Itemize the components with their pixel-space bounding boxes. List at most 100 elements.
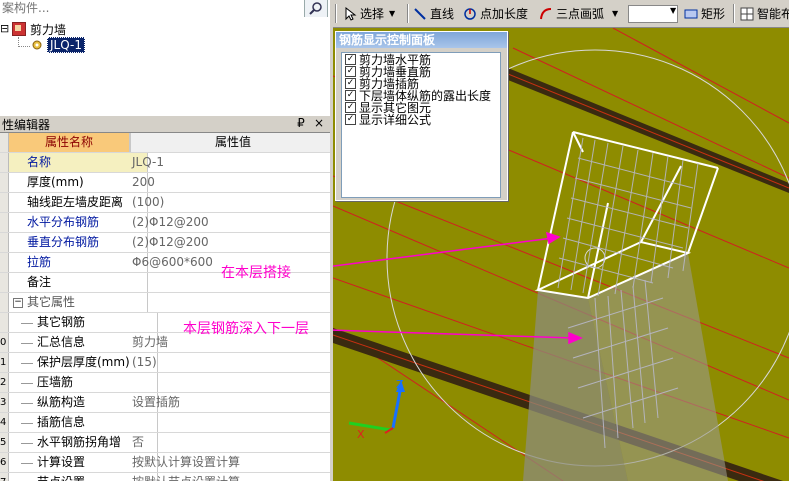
property-name: 名称 <box>9 153 148 172</box>
property-editor-title: 性编辑器 <box>2 117 51 132</box>
close-button[interactable]: × <box>312 116 326 131</box>
checkbox[interactable]: ✓ <box>345 101 356 113</box>
point-length-button[interactable]: 点加长度 <box>463 4 528 23</box>
rebar-display-panel: 钢筋显示控制面板 ✓ 剪力墙水平筋 ✓ 剪力墙垂直筋 ✓ 剪力墙插筋 ✓ 下层墙体纵筋的露出长… <box>335 31 508 201</box>
rebar-option-label: 显示详细公式 <box>359 112 432 127</box>
toolbar-separator <box>335 4 337 23</box>
property-row[interactable]: 1 保护层厚度(mm) (15) <box>0 353 330 373</box>
property-row[interactable]: 3 纵筋构造 设置插筋 <box>0 393 330 413</box>
property-value[interactable]: (100) <box>130 193 330 212</box>
left-pane: ⊟ 剪力墙 JLQ-1 性编辑器 ₽ × 属性名称 属性值 名称JLQ-1厚度(… <box>0 0 330 481</box>
property-row[interactable]: 7节点设置按默认节点设置计算 <box>0 473 330 481</box>
property-value[interactable]: 200 <box>130 173 330 192</box>
z-axis-label: Z <box>396 378 404 391</box>
rebar-option-list: ✓ 剪力墙水平筋 ✓ 剪力墙垂直筋 ✓ 剪力墙插筋 ✓ 下层墙体纵筋的露出长度 ✓ 显示其它图元 ✓… <box>341 52 501 198</box>
pin-button[interactable]: ₽ <box>294 116 308 131</box>
collapse-toggle[interactable]: ⊟ <box>0 23 9 34</box>
axis-gizmo: Z X <box>348 378 405 441</box>
property-value[interactable]: 设置插筋 <box>130 393 330 412</box>
tree-child-label: JLQ-1 <box>47 37 85 53</box>
property-row[interactable]: 轴线距左墙皮距离 (100) <box>0 193 330 213</box>
property-value[interactable]: 按默认节点设置计算 <box>130 473 330 481</box>
row-number: 4 <box>0 413 9 432</box>
row-number: 1 <box>0 353 9 372</box>
row-number: 3 <box>0 393 9 412</box>
property-name: 其它属性 <box>9 293 148 312</box>
checkbox[interactable]: ✓ <box>345 89 356 101</box>
property-value[interactable]: 否 <box>130 433 330 452</box>
property-value[interactable]: 按默认计算设置计算 <box>130 453 330 472</box>
property-value[interactable]: (2)Φ12@200 <box>130 233 330 252</box>
checkbox[interactable]: ✓ <box>345 77 356 89</box>
smart-layout-icon <box>740 7 754 20</box>
property-row[interactable]: 垂直分布钢筋 (2)Φ12@200 <box>0 233 330 253</box>
property-row[interactable]: 2 压墙筋 <box>0 373 330 393</box>
property-row[interactable]: − 其它属性 <box>0 293 330 313</box>
property-row[interactable]: 厚度(mm) 200 <box>0 173 330 193</box>
property-row[interactable]: 6 计算设置 按默认计算设置计算 <box>0 453 330 473</box>
smart-layout-button[interactable]: 智能布 <box>740 4 789 23</box>
row-number <box>0 313 9 332</box>
point-length-icon <box>464 7 476 20</box>
property-value[interactable] <box>130 373 330 392</box>
line-button[interactable]: 直线 <box>413 4 454 23</box>
property-grid: 属性名称 属性值 名称 JLQ-1 厚度(mm) 200 轴线距左墙皮距离 (100) 水平… <box>0 133 330 481</box>
row-number: 2 <box>0 373 9 392</box>
tree-connector <box>18 46 30 48</box>
checkbox[interactable]: ✓ <box>345 53 356 65</box>
rebar-panel-title[interactable]: 钢筋显示控制面板 <box>336 32 507 48</box>
select-label: 选择 <box>360 7 385 21</box>
select-button[interactable]: 选择 ▼ <box>343 4 395 23</box>
chevron-down-icon[interactable]: ▼ <box>389 9 395 18</box>
property-row[interactable]: 4 插筋信息 <box>0 413 330 433</box>
x-axis-label: X <box>357 428 365 441</box>
grid-body: 名称 JLQ-1 厚度(mm) 200 轴线距左墙皮距离 (100) 水平分布钢筋 (2)Φ1… <box>0 153 330 481</box>
checkbox[interactable]: ✓ <box>345 113 356 125</box>
column-header-value: 属性值 <box>130 133 330 152</box>
property-row[interactable]: 名称 JLQ-1 <box>0 153 330 173</box>
property-value[interactable]: (2)Φ12@200 <box>130 213 330 232</box>
tree-child[interactable]: JLQ-1 <box>31 37 85 53</box>
smart-layout-label: 智能布 <box>757 7 789 21</box>
arc-icon <box>540 7 552 19</box>
chevron-down-icon[interactable]: ▼ <box>612 9 618 18</box>
toolbar-separator <box>733 4 735 23</box>
rebar-option[interactable]: ✓ 显示详细公式 <box>345 112 500 127</box>
rectangle-label: 矩形 <box>701 7 726 21</box>
row-number-header <box>0 133 9 152</box>
grid-header: 属性名称 属性值 <box>0 133 330 153</box>
checkbox[interactable]: ✓ <box>345 65 356 77</box>
tree-root[interactable]: ⊟ 剪力墙 <box>0 21 66 37</box>
row-number <box>0 293 9 312</box>
callout-overlap: 在本层搭接 <box>221 265 291 281</box>
property-name: 拉筋 <box>9 253 148 272</box>
chevron-down-icon[interactable]: ▼ <box>670 6 680 15</box>
search-button[interactable] <box>304 0 328 18</box>
property-name: 备注 <box>9 273 148 292</box>
cursor-arrow-icon <box>345 6 357 21</box>
search-bar <box>0 0 330 18</box>
draw-toolbar: 选择 ▼ 直线 点加长度 三点画弧 ▼ ▼ 矩形 智能布 <box>333 0 789 28</box>
rectangle-button[interactable]: 矩形 <box>684 4 725 23</box>
gear-icon <box>32 40 42 50</box>
property-value[interactable] <box>130 413 330 432</box>
search-input[interactable] <box>0 0 304 16</box>
row-number: 6 <box>0 453 9 472</box>
property-name: 厚度(mm) <box>9 173 148 192</box>
three-point-arc-button[interactable]: 三点画弧 ▼ <box>539 4 618 23</box>
property-value[interactable]: (15) <box>130 353 330 372</box>
row-number <box>0 173 9 192</box>
search-icon <box>309 2 322 15</box>
property-value[interactable] <box>130 293 330 312</box>
row-number <box>0 273 9 292</box>
property-row[interactable]: 5 水平钢筋拐角增否 <box>0 433 330 453</box>
property-value[interactable]: JLQ-1 <box>130 153 330 172</box>
toolbar-separator <box>407 4 409 23</box>
tree-root-label: 剪力墙 <box>30 22 67 37</box>
row-number <box>0 233 9 252</box>
line-label: 直线 <box>430 7 455 21</box>
component-tree: ⊟ 剪力墙 JLQ-1 <box>0 17 330 113</box>
rectangle-icon <box>684 9 698 18</box>
property-row[interactable]: 水平分布钢筋 (2)Φ12@200 <box>0 213 330 233</box>
row-number: 5 <box>0 433 9 452</box>
